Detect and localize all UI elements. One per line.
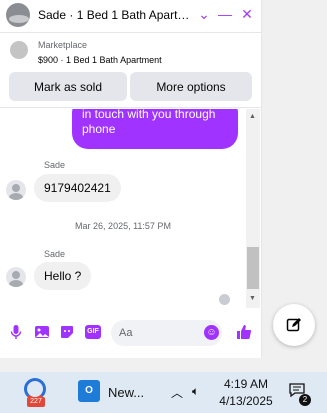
clock-date[interactable]: 4/13/2025 (218, 394, 274, 408)
taskbar-app-label[interactable]: New... (108, 385, 144, 400)
chat-title[interactable]: Sade · 1 Bed 1 Bath Apart… (38, 8, 188, 22)
sender-avatar[interactable] (6, 267, 26, 287)
outlook-icon[interactable]: O (78, 380, 100, 402)
emoji-icon[interactable]: ☺ (204, 325, 219, 340)
mark-as-sold-button[interactable]: Mark as sold (9, 72, 127, 101)
sticker-icon[interactable] (59, 324, 75, 340)
notification-badge: 227 (27, 397, 45, 407)
sender-name: Sade (44, 160, 66, 170)
listing-title[interactable]: $900 · 1 Bed 1 Bath Apartment (38, 55, 162, 65)
composer-bar: GIF Aa ☺ (0, 314, 262, 352)
marketplace-label: Marketplace (38, 40, 88, 50)
message-input-placeholder: Aa (119, 327, 133, 339)
sender-name: Sade (44, 249, 66, 259)
tray-overflow-icon[interactable]: ︿ (171, 384, 183, 401)
chat-window: Sade · 1 Bed 1 Bath Apart… ⌄ — ✕ Marketp… (0, 0, 262, 358)
incoming-message: Hello ? (34, 262, 92, 290)
new-message-button[interactable] (273, 304, 315, 346)
compose-icon (286, 318, 301, 332)
minimize-icon[interactable]: — (216, 5, 234, 23)
scrollbar[interactable]: ▲ ▼ (246, 109, 260, 308)
taskbar: 227 O New... ︿ 🔈︎ 4:19 AM 4/13/2025 2 (0, 372, 327, 413)
notification-count: 2 (299, 394, 311, 406)
more-options-button[interactable]: More options (130, 72, 252, 101)
volume-icon[interactable]: 🔈︎ (192, 384, 199, 399)
photo-icon[interactable] (34, 324, 50, 340)
chevron-down-icon[interactable]: ⌄ (195, 5, 213, 23)
clock-time[interactable]: 4:19 AM (218, 377, 274, 391)
marketplace-card: Marketplace $900 · 1 Bed 1 Bath Apartmen… (0, 32, 262, 108)
scrollbar-thumb[interactable] (247, 247, 259, 289)
gif-icon[interactable]: GIF (85, 324, 101, 340)
microphone-icon[interactable] (8, 324, 24, 340)
message-timestamp: Mar 26, 2025, 11:57 PM (75, 221, 171, 231)
scroll-up-arrow-icon[interactable]: ▲ (249, 113, 256, 120)
contact-avatar[interactable] (6, 3, 30, 27)
listing-thumbnail (10, 41, 28, 59)
taskbar-app-browser[interactable]: 227 (20, 376, 52, 408)
message-input[interactable]: Aa ☺ (111, 320, 222, 346)
seen-indicator-avatar (219, 294, 230, 305)
sender-avatar[interactable] (6, 180, 26, 200)
outgoing-message: in touch with you through phone (72, 109, 238, 149)
scroll-down-arrow-icon[interactable]: ▼ (249, 295, 256, 302)
close-icon[interactable]: ✕ (238, 5, 256, 23)
thumbs-up-icon[interactable] (236, 324, 252, 340)
chat-header: Sade · 1 Bed 1 Bath Apart… ⌄ — ✕ (0, 0, 262, 30)
incoming-message: 9179402421 (34, 174, 121, 202)
message-list: in touch with you through phone Sade 917… (0, 109, 246, 308)
